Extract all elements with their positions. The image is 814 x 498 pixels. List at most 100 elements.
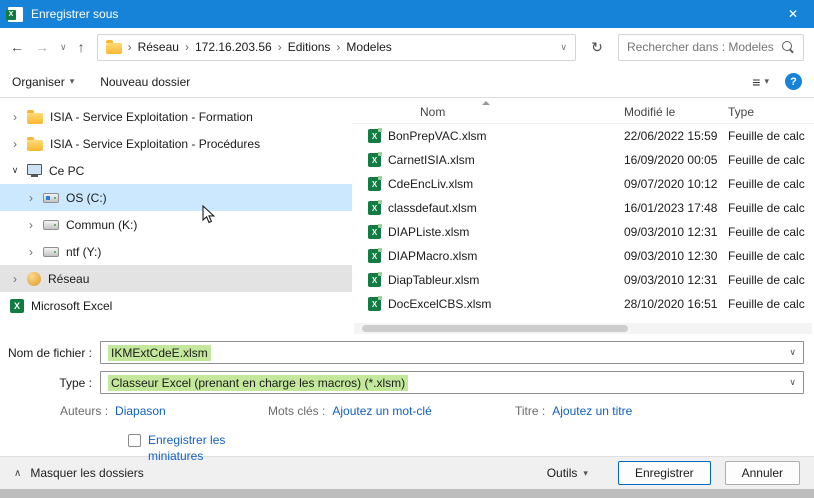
forward-icon[interactable]: → [35, 39, 49, 55]
chevron-right-icon[interactable]: › [26, 191, 36, 205]
file-row[interactable]: Xclassdefaut.xlsm 16/01/2023 17:48 Feuil… [352, 196, 814, 220]
file-type: Feuille de calc [728, 153, 814, 167]
save-button[interactable]: Enregistrer [618, 461, 711, 485]
chevron-right-icon[interactable]: › [10, 272, 20, 286]
main-area: › ISIA - Service Exploitation - Formatio… [0, 98, 814, 334]
file-modified: 09/03/2010 12:31 [624, 225, 728, 239]
refresh-icon[interactable]: ↻ [584, 34, 610, 61]
file-name: CdeEncLiv.xlsm [388, 177, 473, 191]
file-row[interactable]: XDiapTableur.xlsm 09/03/2010 12:31 Feuil… [352, 268, 814, 292]
filename-label: Nom de fichier : [0, 346, 100, 360]
breadcrumb-separator: › [336, 40, 340, 54]
file-row[interactable]: XCarnetISIA.xlsm 16/09/2020 00:05 Feuill… [352, 148, 814, 172]
navigation-bar: ← → ∨ ↑ › Réseau › 172.16.203.56 › Editi… [0, 28, 814, 66]
column-header-name[interactable]: Nom [352, 105, 624, 119]
search-input[interactable] [627, 40, 776, 54]
network-icon [27, 272, 41, 286]
file-row[interactable]: XDIAPMacro.xlsm 09/03/2010 12:30 Feuille… [352, 244, 814, 268]
save-thumbnails-checkbox[interactable] [128, 434, 141, 447]
chevron-right-icon[interactable]: › [10, 110, 20, 124]
chevron-right-icon[interactable]: › [26, 245, 36, 259]
filetype-select[interactable]: Classeur Excel (prenant en charge les ma… [100, 371, 804, 394]
tree-item-microsoft-excel[interactable]: X Microsoft Excel [0, 292, 352, 319]
tree-item-isia-formation[interactable]: › ISIA - Service Exploitation - Formatio… [0, 103, 352, 130]
file-modified: 22/06/2022 15:59 [624, 129, 728, 143]
up-icon[interactable]: ↑ [78, 39, 85, 55]
file-modified: 28/10/2020 16:51 [624, 297, 728, 311]
tree-item-ce-pc[interactable]: ∨ Ce PC [0, 157, 352, 184]
authors-value[interactable]: Diapason [115, 404, 166, 418]
command-bar: Organiser ▾ Nouveau dossier ≡ ▾ ? [0, 66, 814, 98]
title-add-link[interactable]: Ajoutez un titre [552, 404, 632, 418]
column-header-type[interactable]: Type [728, 105, 814, 119]
file-type: Feuille de calc [728, 225, 814, 239]
tree-item-label: ntf (Y:) [66, 245, 101, 259]
file-row[interactable]: XBonPrepVAC.xlsm 22/06/2022 15:59 Feuill… [352, 124, 814, 148]
help-icon[interactable]: ? [785, 73, 802, 90]
file-type: Feuille de calc [728, 249, 814, 263]
search-icon[interactable] [782, 41, 795, 54]
column-header-modified[interactable]: Modifié le [624, 105, 728, 119]
back-icon[interactable]: ← [10, 39, 24, 55]
close-icon[interactable]: ✕ [772, 0, 814, 28]
xlsm-file-icon: X [368, 129, 381, 143]
folder-icon [27, 113, 43, 124]
breadcrumb-item-modeles[interactable]: Modeles [346, 40, 391, 54]
chevron-down-icon[interactable]: ∨ [789, 347, 796, 358]
tree-item-isia-procedures[interactable]: › ISIA - Service Exploitation - Procédur… [0, 130, 352, 157]
file-modified: 09/03/2010 12:30 [624, 249, 728, 263]
breadcrumb-item-editions[interactable]: Editions [288, 40, 331, 54]
tree-item-label: ISIA - Service Exploitation - Formation [50, 110, 253, 124]
organize-button[interactable]: Organiser ▾ [12, 75, 74, 89]
tree-item-reseau[interactable]: › Réseau [0, 265, 352, 292]
file-row[interactable]: XDIAPListe.xlsm 09/03/2010 12:31 Feuille… [352, 220, 814, 244]
chevron-down-icon[interactable]: ∨ [10, 165, 20, 176]
tree-item-commun-k[interactable]: › Commun (K:) [0, 211, 352, 238]
tools-button[interactable]: Outils ▾ [547, 466, 588, 480]
save-as-dialog: X Enregistrer sous ✕ ← → ∨ ↑ › Réseau › … [0, 0, 814, 498]
scrollbar-thumb[interactable] [362, 325, 628, 332]
xlsm-file-icon: X [368, 201, 381, 215]
tree-item-label: Ce PC [49, 164, 84, 178]
file-name: classdefaut.xlsm [388, 201, 477, 215]
hide-folders-button[interactable]: ∧ Masquer les dossiers [14, 466, 144, 480]
new-folder-button[interactable]: Nouveau dossier [100, 75, 190, 89]
file-type: Feuille de calc [728, 177, 814, 191]
tree-item-label: Microsoft Excel [31, 299, 112, 313]
file-row[interactable]: XDocExcelCBS.xlsm 28/10/2020 16:51 Feuil… [352, 292, 814, 316]
tree-item-ntf-y[interactable]: › ntf (Y:) [0, 238, 352, 265]
tags-label: Mots clés : [268, 404, 325, 418]
breadcrumb-separator: › [278, 40, 282, 54]
file-list: Nom Modifié le Type X BonPrepVAC.xlsm 22/… [352, 98, 814, 334]
file-name: DiapTableur.xlsm [388, 273, 479, 287]
file-list-header: Nom Modifié le Type [352, 100, 814, 124]
address-dropdown-icon[interactable]: ∨ [560, 42, 567, 53]
location-folder-icon [106, 43, 122, 54]
file-modified: 16/09/2020 00:05 [624, 153, 728, 167]
chevron-right-icon[interactable]: › [10, 137, 20, 151]
chevron-down-icon: ▾ [764, 76, 769, 87]
view-options-button[interactable]: ≡ ▾ [752, 74, 769, 90]
file-row[interactable]: XCdeEncLiv.xlsm 09/07/2020 10:12 Feuille… [352, 172, 814, 196]
search-box [618, 34, 804, 61]
chevron-down-icon[interactable]: ∨ [789, 377, 796, 388]
file-type: Feuille de calc [728, 273, 814, 287]
window-edge [0, 489, 814, 498]
xlsm-file-icon: X [368, 153, 381, 167]
filetype-value: Classeur Excel (prenant en charge les ma… [108, 375, 408, 391]
recent-locations-icon[interactable]: ∨ [60, 42, 67, 53]
chevron-right-icon[interactable]: › [26, 218, 36, 232]
filename-value: IKMExtCdeE.xlsm [108, 345, 211, 361]
horizontal-scrollbar[interactable] [354, 323, 812, 334]
cancel-button[interactable]: Annuler [725, 461, 800, 485]
file-name: BonPrepVAC.xlsm [388, 129, 486, 143]
breadcrumb-item-reseau[interactable]: Réseau [138, 40, 179, 54]
filename-input[interactable]: IKMExtCdeE.xlsm ∨ [100, 341, 804, 364]
chevron-up-icon: ∧ [14, 468, 21, 479]
tags-add-link[interactable]: Ajoutez un mot-clé [332, 404, 431, 418]
breadcrumb[interactable]: › Réseau › 172.16.203.56 › Editions › Mo… [97, 34, 576, 61]
xlsm-file-icon: X [368, 273, 381, 287]
tree-item-os-c[interactable]: › OS (C:) [0, 184, 352, 211]
nav-buttons: ← → ∨ ↑ [10, 39, 89, 55]
breadcrumb-item-server[interactable]: 172.16.203.56 [195, 40, 272, 54]
